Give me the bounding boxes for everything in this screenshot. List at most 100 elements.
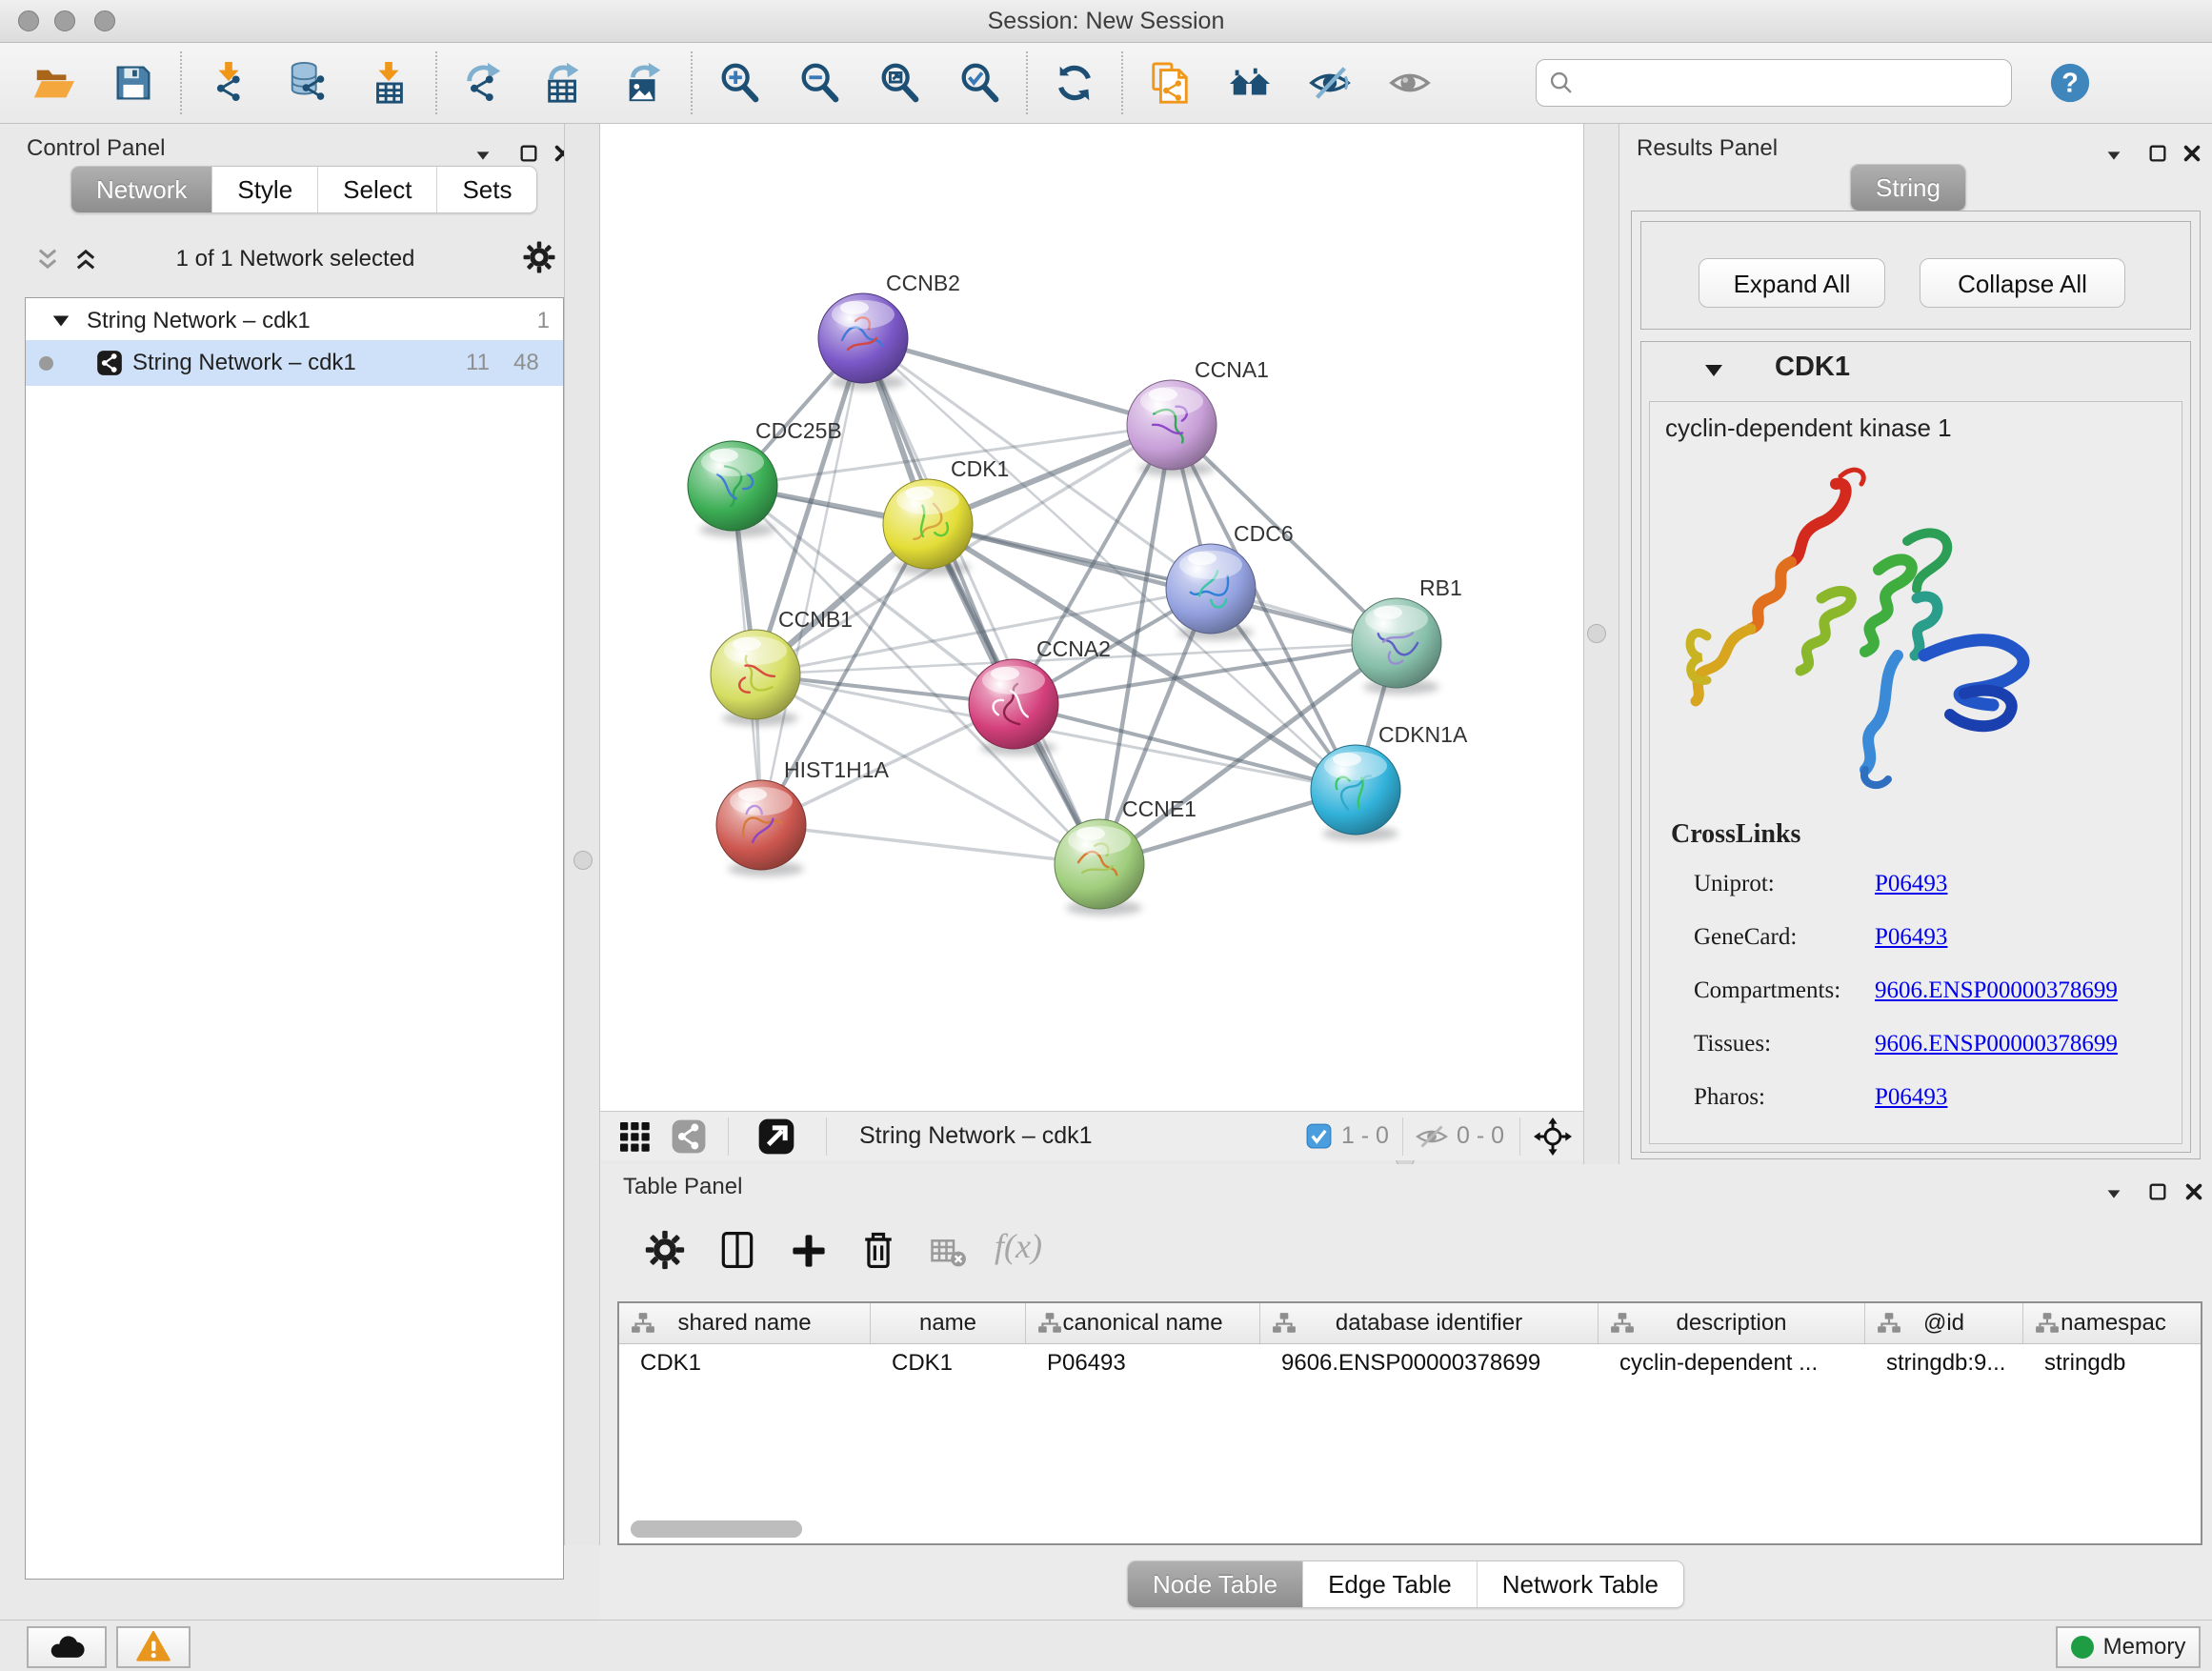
zoom-fit-icon[interactable] — [877, 61, 921, 105]
expand-all-networks-icon[interactable] — [72, 246, 99, 272]
tab-sets[interactable]: Sets — [436, 167, 536, 212]
node-RB1[interactable] — [1352, 598, 1441, 695]
search-icon — [1548, 70, 1575, 96]
table-panel-maximize-button[interactable] — [2147, 1181, 2168, 1202]
tab-edge-table[interactable]: Edge Table — [1302, 1561, 1477, 1607]
export-image-icon[interactable] — [622, 61, 666, 105]
edge-HIST1H1A-CCNE1[interactable] — [761, 825, 1099, 864]
node-CCNA1[interactable] — [1127, 380, 1217, 476]
control-panel-maximize-button[interactable] — [518, 143, 539, 164]
results-panel-maximize-button[interactable] — [2147, 143, 2168, 164]
control-panel-float-button[interactable] — [473, 145, 493, 166]
memory-button[interactable]: Memory — [2056, 1626, 2201, 1668]
zoom-in-icon[interactable] — [717, 61, 761, 105]
edge-CCNB2-HIST1H1A[interactable] — [761, 338, 863, 825]
expand-all-button[interactable]: Expand All — [1699, 258, 1885, 308]
crosslink-link[interactable]: 9606.ENSP00000378699 — [1875, 1031, 2118, 1057]
table-row[interactable]: CDK1CDK1P064939606.ENSP00000378699cyclin… — [619, 1344, 2201, 1382]
collapse-all-button[interactable]: Collapse All — [1920, 258, 2125, 308]
column-header-database-identifier[interactable]: database identifier — [1260, 1303, 1599, 1343]
network-collection-row[interactable]: String Network – cdk1 1 — [26, 302, 563, 340]
tab-network[interactable]: Network — [71, 167, 211, 212]
column-header-namespac[interactable]: namespac — [2023, 1303, 2202, 1343]
protein-disclosure-icon[interactable] — [1702, 359, 1725, 382]
show-columns-icon[interactable] — [716, 1229, 758, 1271]
import-network-icon[interactable] — [207, 61, 251, 105]
table-options-gear-icon[interactable] — [644, 1229, 686, 1271]
node-HIST1H1A[interactable] — [716, 780, 806, 876]
add-column-button[interactable] — [789, 1231, 829, 1271]
export-table-icon[interactable] — [542, 61, 586, 105]
column-header-@id[interactable]: @id — [1865, 1303, 2023, 1343]
refresh-icon[interactable] — [1053, 61, 1096, 105]
zoom-selected-icon[interactable] — [957, 61, 1001, 105]
node-CDKN1A[interactable] — [1311, 745, 1400, 841]
tab-node-table[interactable]: Node Table — [1128, 1561, 1302, 1607]
node-CCNE1[interactable] — [1055, 819, 1144, 916]
column-header-shared-name[interactable]: shared name — [619, 1303, 871, 1343]
network-type-icon[interactable] — [671, 1118, 707, 1155]
cell[interactable]: 9606.ENSP00000378699 — [1260, 1350, 1599, 1377]
delete-column-button[interactable] — [857, 1229, 899, 1271]
right-splitter-handle[interactable] — [1587, 624, 1606, 643]
search-input[interactable] — [1575, 69, 2000, 97]
cell[interactable]: stringdb — [2023, 1350, 2202, 1377]
collapse-all-networks-icon[interactable] — [34, 246, 61, 272]
import-network-database-icon[interactable] — [287, 61, 331, 105]
crosslink-link[interactable]: P06493 — [1875, 924, 1947, 951]
edge-CDK1-RB1[interactable] — [928, 524, 1397, 643]
cell[interactable]: stringdb:9... — [1865, 1350, 2023, 1377]
network-row-selected[interactable]: String Network – cdk1 11 48 — [26, 340, 563, 386]
cell[interactable]: cyclin-dependent ... — [1599, 1350, 1865, 1377]
node-CDC25B[interactable] — [688, 441, 777, 537]
results-panel-close-button[interactable] — [2182, 143, 2202, 164]
birds-eye-view-button[interactable] — [757, 1117, 795, 1156]
tab-string[interactable]: String — [1851, 165, 1965, 211]
help-icon[interactable]: ? — [2048, 61, 2092, 105]
crosslink-link[interactable]: P06493 — [1875, 871, 1947, 897]
home-icon[interactable] — [1228, 61, 1272, 105]
save-session-icon[interactable] — [111, 61, 155, 105]
left-splitter-handle[interactable] — [573, 851, 593, 870]
column-header-name[interactable]: name — [871, 1303, 1026, 1343]
network-options-gear-icon[interactable] — [522, 240, 556, 274]
table-panel-float-button[interactable] — [2103, 1183, 2124, 1204]
zoom-out-icon[interactable] — [797, 61, 841, 105]
cell[interactable]: CDK1 — [871, 1350, 1026, 1377]
export-network-icon[interactable] — [462, 61, 506, 105]
edge-CCNB2-CCNE1[interactable] — [863, 338, 1099, 864]
network-canvas[interactable]: CCNB2CCNA1CDC25BCDK1CDC6RB1CCNB1CCNA2CDK… — [600, 124, 1583, 1111]
hidden-counter: 0 - 0 — [1457, 1122, 1504, 1150]
node-CDC6[interactable] — [1166, 544, 1256, 640]
collection-disclosure-icon[interactable] — [50, 311, 71, 332]
results-panel-float-button[interactable] — [2103, 145, 2124, 166]
hide-selected-icon[interactable] — [1308, 61, 1352, 105]
horizontal-scrollbar-thumb[interactable] — [631, 1520, 802, 1538]
show-grid-icon[interactable] — [617, 1119, 652, 1154]
import-table-icon[interactable] — [367, 61, 411, 105]
open-session-icon[interactable] — [31, 61, 75, 105]
node-CCNB1[interactable] — [711, 630, 800, 726]
crosslink-link[interactable]: 9606.ENSP00000378699 — [1875, 977, 2118, 1004]
column-header-description[interactable]: description — [1599, 1303, 1865, 1343]
cell[interactable]: P06493 — [1026, 1350, 1260, 1377]
network-graph[interactable]: CCNB2CCNA1CDC25BCDK1CDC6RB1CCNB1CCNA2CDK… — [600, 124, 1583, 1111]
pan-tool-icon[interactable] — [1534, 1117, 1572, 1156]
node-table[interactable]: shared namenamecanonical namedatabase id… — [617, 1301, 2202, 1545]
search-box[interactable] — [1536, 59, 2012, 107]
cell[interactable]: CDK1 — [619, 1350, 871, 1377]
tab-style[interactable]: Style — [211, 167, 317, 212]
first-neighbors-icon[interactable] — [1148, 61, 1192, 105]
cloud-status-button[interactable] — [27, 1626, 107, 1668]
show-all-icon[interactable] — [1388, 61, 1432, 105]
warnings-button[interactable] — [116, 1626, 191, 1668]
node-CDK1[interactable] — [883, 479, 973, 575]
hidden-items-icon[interactable] — [1415, 1119, 1449, 1154]
table-panel-close-button[interactable] — [2183, 1181, 2204, 1202]
tab-select[interactable]: Select — [317, 167, 436, 212]
selected-checkbox[interactable] — [1306, 1123, 1332, 1149]
crosslink-link[interactable]: P06493 — [1875, 1084, 1947, 1111]
column-header-canonical-name[interactable]: canonical name — [1026, 1303, 1260, 1343]
left-splitter[interactable] — [564, 124, 600, 1545]
tab-network-table[interactable]: Network Table — [1477, 1561, 1683, 1607]
